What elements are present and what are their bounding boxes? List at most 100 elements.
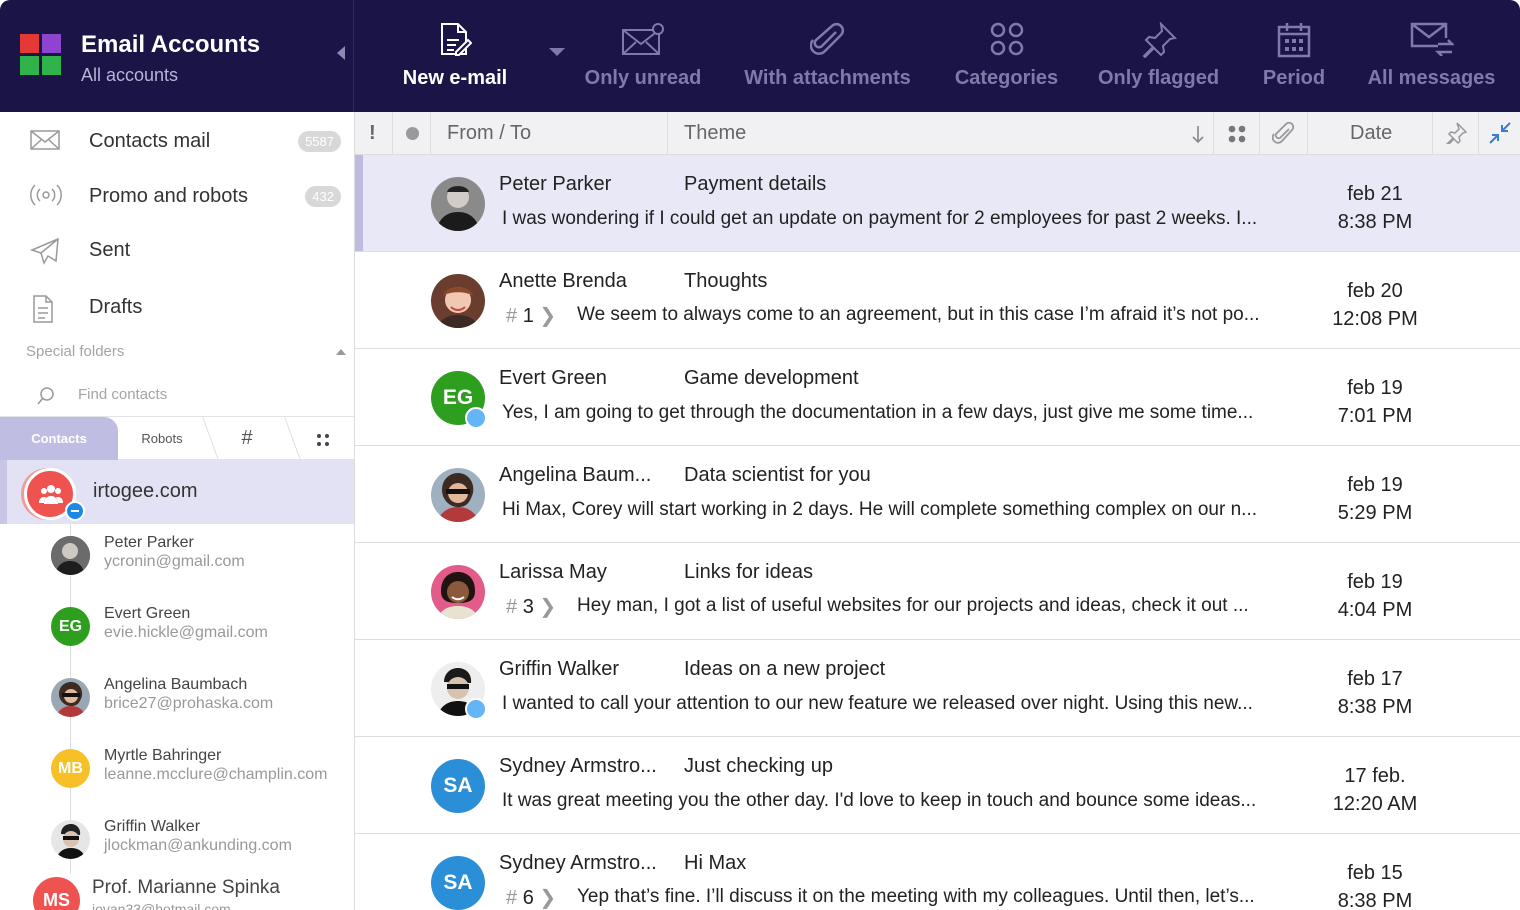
thread-count[interactable]: # 6 ❯ — [506, 885, 556, 910]
special-folders-heading[interactable]: Special folders — [26, 343, 124, 360]
folder-drafts[interactable]: Drafts — [0, 280, 354, 334]
folder-sent[interactable]: Sent — [0, 223, 354, 277]
only-flagged-button[interactable]: Only flagged — [1092, 0, 1225, 112]
message-row[interactable]: Larissa May Links for ideas # 3 ❯ Hey ma… — [355, 543, 1520, 640]
message-subject: Game development — [684, 367, 859, 389]
avatar: SA — [431, 759, 485, 813]
message-from: Sydney Armstro... — [499, 755, 657, 777]
contact-item[interactable]: EG Evert Green evie.hickle@gmail.com — [0, 595, 354, 666]
column-from-to[interactable]: From / To — [431, 112, 668, 155]
column-theme[interactable]: Theme — [668, 112, 1214, 155]
message-preview: Yes, I am going to get through the docum… — [502, 402, 1254, 423]
contact-item[interactable]: MS Prof. Marianne Spinka jovan33@hotmail… — [0, 867, 354, 910]
contact-name: Myrtle Bahringer — [104, 747, 222, 764]
pin-icon — [1142, 22, 1177, 58]
avatar: SA — [431, 856, 485, 910]
app-title: Email Accounts — [81, 31, 261, 58]
avatar — [51, 820, 90, 859]
telegram-badge-icon — [465, 407, 487, 429]
message-row[interactable]: Peter Parker Payment details I was wonde… — [355, 155, 1520, 252]
period-button[interactable]: Period — [1254, 0, 1334, 112]
collapse-special-folders-icon[interactable] — [336, 349, 346, 355]
message-row[interactable]: SA Sydney Armstro... Hi Max # 6 ❯ Yep th… — [355, 834, 1520, 910]
message-from: Anette Brenda — [499, 270, 627, 292]
message-row[interactable]: SA Sydney Armstro... Just checking up It… — [355, 737, 1520, 834]
message-row[interactable]: Griffin Walker Ideas on a new project I … — [355, 640, 1520, 737]
column-flagged[interactable] — [1433, 112, 1479, 155]
tab-robots[interactable]: Robots — [120, 417, 204, 460]
new-email-label: New e-mail — [402, 67, 508, 89]
categories-button[interactable]: Categories — [950, 0, 1063, 112]
all-messages-icon — [1410, 22, 1454, 56]
tab-contacts[interactable]: Contacts — [0, 417, 118, 460]
chevron-right-icon: ❯ — [539, 305, 557, 327]
only-unread-button[interactable]: Only unread — [578, 0, 708, 112]
message-subject: Data scientist for you — [684, 464, 871, 486]
categories-label: Categories — [954, 67, 1059, 89]
email-app: Email Accounts All accounts New e-mail O… — [0, 0, 1520, 910]
thread-count[interactable]: # 1 ❯ — [506, 303, 556, 328]
contact-name: Angelina Baumbach — [104, 676, 248, 693]
period-label: Period — [1262, 67, 1326, 89]
find-contacts-field[interactable]: Find contacts — [0, 376, 354, 416]
new-email-icon — [441, 23, 472, 56]
thread-count[interactable]: # 3 ❯ — [506, 594, 556, 619]
tab-grid[interactable] — [294, 417, 352, 460]
message-preview: I was wondering if I could get an update… — [502, 208, 1258, 229]
categories-icon — [990, 22, 1023, 56]
message-from: Sydney Armstro... — [499, 852, 657, 874]
contact-item[interactable]: MB Myrtle Bahringer leanne.mcclure@champ… — [0, 737, 354, 808]
message-row[interactable]: Anette Brenda Thoughts # 1 ❯ We seem to … — [355, 252, 1520, 349]
message-preview: It was great meeting you the other day. … — [502, 790, 1257, 811]
contact-email: brice27@prohaska.com — [104, 695, 274, 712]
draft-icon — [33, 295, 53, 323]
avatar: MS — [33, 877, 80, 910]
column-attachments[interactable] — [1260, 112, 1308, 155]
folder-promo-and-robots[interactable]: Promo and robots 432 — [0, 169, 354, 223]
avatar: MB — [51, 749, 90, 788]
avatar — [51, 536, 90, 575]
tab-hash[interactable]: # — [212, 417, 282, 460]
message-preview: Yep that’s fine. I’ll discuss it on the … — [577, 886, 1255, 907]
folder-contacts-mail[interactable]: Contacts mail 5587 — [0, 114, 354, 168]
all-messages-button[interactable]: All messages — [1365, 0, 1498, 112]
new-email-dropdown-icon[interactable] — [549, 48, 565, 56]
app-logo-icon — [20, 34, 61, 75]
contact-email: leanne.mcclure@champlin.com — [104, 766, 328, 783]
avatar — [431, 177, 485, 231]
message-date: feb 19 5:29 PM — [1337, 474, 1413, 524]
contact-item[interactable]: Angelina Baumbach brice27@prohaska.com — [0, 666, 354, 737]
column-date[interactable]: Date — [1308, 112, 1433, 155]
folder-label: Drafts — [89, 296, 143, 318]
contact-item[interactable]: Peter Parker ycronin@gmail.com — [0, 524, 354, 595]
contact-group-irtogee[interactable]: irtogee.com — [0, 460, 354, 524]
column-importance[interactable]: ! — [355, 112, 393, 155]
message-from: Angelina Baum... — [499, 464, 652, 486]
collapse-group-icon[interactable] — [65, 501, 85, 521]
search-icon — [37, 387, 54, 405]
message-preview: We seem to always come to an agreement, … — [577, 304, 1260, 325]
column-read-status[interactable] — [393, 112, 431, 155]
contact-tabs: Contacts Robots # — [0, 416, 354, 460]
column-categories[interactable] — [1214, 112, 1260, 155]
sort-down-icon[interactable] — [1191, 124, 1205, 144]
with-attachments-button[interactable]: With attachments — [740, 0, 915, 112]
all-messages-label: All messages — [1367, 67, 1496, 89]
collapse-sidebar-icon[interactable] — [337, 46, 345, 60]
message-from: Evert Green — [499, 367, 607, 389]
top-toolbar: Email Accounts All accounts New e-mail O… — [0, 0, 1520, 112]
folder-label: Sent — [89, 239, 131, 261]
new-email-button[interactable]: New e-mail — [380, 0, 530, 112]
message-row[interactable]: Angelina Baum... Data scientist for you … — [355, 446, 1520, 543]
unread-icon — [622, 23, 664, 55]
find-contacts-placeholder: Find contacts — [78, 386, 168, 403]
folder-label: Contacts mail — [89, 130, 211, 152]
collapse-view-button[interactable] — [1479, 112, 1520, 155]
column-header: ! From / To Theme Date — [355, 112, 1520, 155]
message-row[interactable]: EG Evert Green Game development Yes, I a… — [355, 349, 1520, 446]
avatar — [51, 678, 90, 717]
group-name: irtogee.com — [93, 480, 198, 502]
avatar — [431, 274, 485, 328]
message-from: Larissa May — [499, 561, 607, 583]
account-switcher[interactable]: Email Accounts All accounts — [0, 0, 354, 112]
